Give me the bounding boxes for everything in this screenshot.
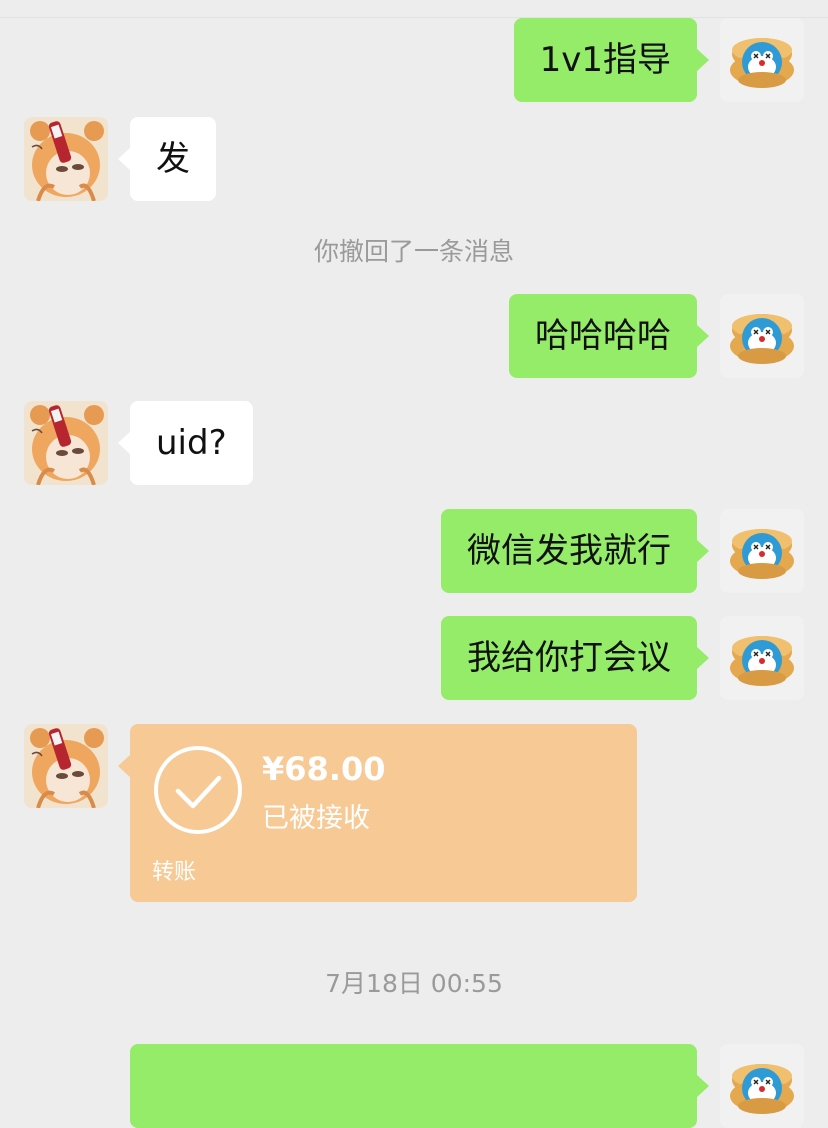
transfer-card[interactable]: ¥68.00 已被接收 转账 [118,724,637,902]
anime-girl-avatar-icon [24,401,108,485]
timestamp: 7月18日 00:55 [325,969,503,998]
message-text: 微信发我就行 [467,531,671,571]
contact-avatar[interactable] [24,724,108,808]
message-bubble[interactable]: 微信发我就行 [441,509,709,593]
message-bubble[interactable]: 发 [118,117,216,201]
message-bubble[interactable]: 1v1指导 [513,18,710,102]
message-text: 哈哈哈哈 [535,316,671,356]
message-text: 1v1指导 [539,40,671,80]
doraemon-avatar-icon [720,616,804,700]
transfer-status: 已被接收 [262,803,370,834]
top-divider [0,17,828,18]
transfer-label: 转账 [152,860,197,885]
message-text: 我给你打会议 [467,638,671,678]
message-text: uid? [156,423,227,463]
check-circle-icon [154,746,242,834]
message-text: 发 [156,139,190,179]
message-bubble[interactable]: 哈哈哈哈 [509,294,709,378]
anime-girl-avatar-icon [24,724,108,808]
doraemon-avatar-icon [720,294,804,378]
doraemon-avatar-icon [720,1044,804,1128]
transfer-amount: ¥68.00 [262,750,386,788]
anime-girl-avatar-icon [24,117,108,201]
contact-avatar[interactable] [24,401,108,485]
doraemon-avatar-icon [720,18,804,102]
my-avatar[interactable] [720,1044,804,1128]
recall-notice: 你撤回了一条消息 [313,237,514,266]
message-bubble[interactable]: uid? [118,401,253,485]
my-avatar[interactable] [720,18,804,102]
my-avatar[interactable] [720,509,804,593]
message-bubble[interactable]: 我给你打会议 [441,616,709,700]
doraemon-avatar-icon [720,509,804,593]
contact-avatar[interactable] [24,117,108,201]
my-avatar[interactable] [720,294,804,378]
my-avatar[interactable] [720,616,804,700]
message-bubble[interactable] [130,1044,709,1128]
